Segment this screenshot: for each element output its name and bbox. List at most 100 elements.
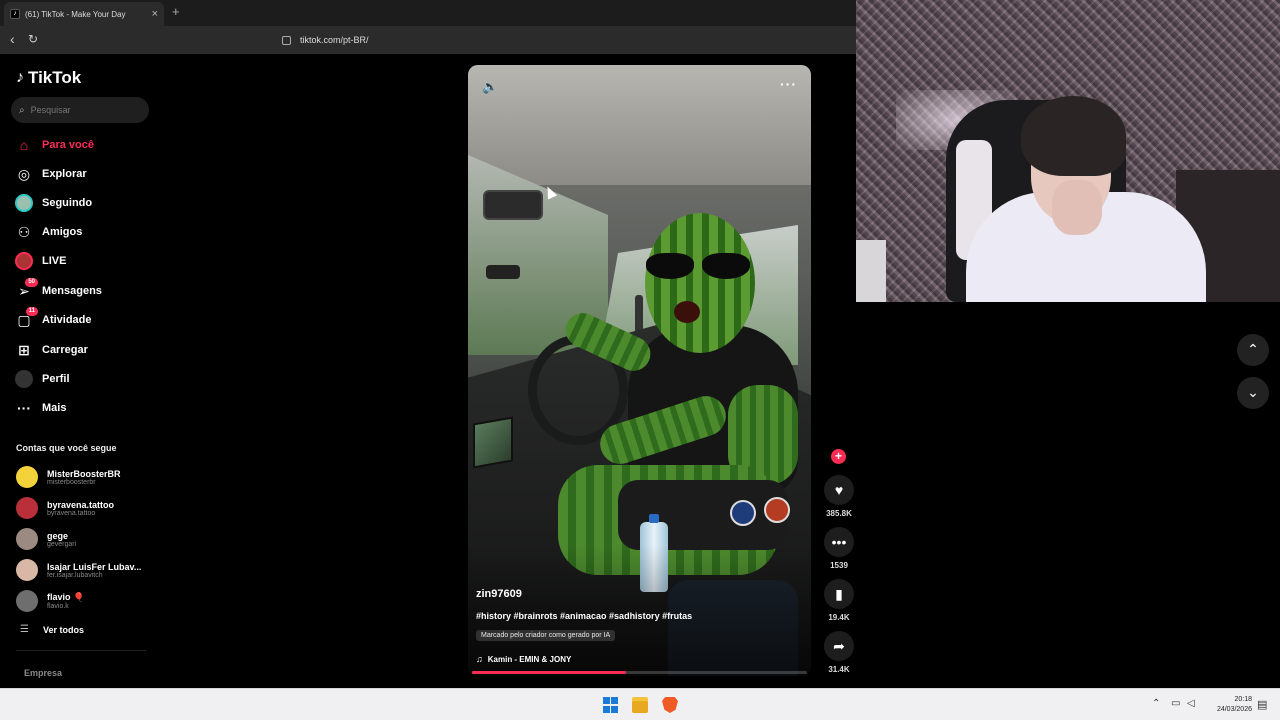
- sidebar-item-label: Amigos: [42, 226, 83, 238]
- previous-video-button[interactable]: ⌃: [1237, 334, 1269, 366]
- video-hashtags[interactable]: #history #brainrots #animacao #sadhistor…: [476, 611, 692, 621]
- comment-button[interactable]: ••• 1539: [823, 527, 855, 570]
- account-handle: flavio.k: [47, 603, 69, 610]
- video-progress-bar[interactable]: [472, 671, 807, 674]
- see-all-label: Ver todos: [42, 624, 84, 635]
- account-handle: byravena.tattoo: [47, 509, 96, 517]
- sidebar-item-label: LIVE: [42, 255, 67, 267]
- home-icon: ⌂: [19, 137, 29, 153]
- following-account[interactable]: byravena.tattoo byravena.tattoo: [16, 495, 114, 521]
- new-tab-button[interactable]: +: [172, 4, 180, 19]
- divider: [16, 650, 146, 651]
- following-avatar-icon: [14, 194, 34, 212]
- live-icon: [14, 252, 34, 270]
- sidebar-item-carregar[interactable]: ⊞ Carregar: [14, 339, 88, 361]
- following-account[interactable]: gege gevergari: [16, 526, 76, 552]
- avatar: [16, 590, 38, 612]
- url-field[interactable]: tiktok.com/pt-BR/: [282, 32, 369, 48]
- share-button[interactable]: ➦ 31.4K: [823, 631, 855, 674]
- music-title: Kamin - EMIN & JONY: [487, 654, 572, 664]
- avatar: [16, 466, 38, 488]
- clock-time: 20:18: [1234, 696, 1252, 703]
- sidebar-item-label: Atividade: [42, 314, 92, 326]
- browser-tabbar: ♪ (61) TikTok - Make Your Day × +: [0, 0, 856, 26]
- windows-taskbar: ⌃ ▭ ◁ 20:18 24/03/2026 ▤: [0, 688, 1280, 720]
- tab-title: (61) TikTok - Make Your Day: [25, 9, 126, 19]
- comment-count: 1539: [830, 561, 848, 570]
- close-tab-icon[interactable]: ×: [152, 8, 158, 20]
- following-section-title: Contas que você segue: [16, 443, 117, 453]
- volume-icon[interactable]: 🔈: [482, 79, 498, 95]
- sidebar: ♪ TikTok ⌕ Pesquisar ⌂ Para você ◎ Explo…: [0, 54, 160, 688]
- account-handle: misterboosterbr: [47, 478, 96, 486]
- following-account[interactable]: MisterBoosterBR misterboosterbr: [16, 464, 121, 490]
- more-dots-icon: ···: [17, 400, 31, 416]
- heart-icon: ♥: [824, 475, 854, 505]
- notification-icon[interactable]: ▤: [1257, 698, 1267, 711]
- chevron-up-icon: ⌃: [1247, 341, 1259, 357]
- video-player[interactable]: 🔈 ··· zin97609 #history #brainrots #anim…: [468, 65, 811, 676]
- network-icon[interactable]: ▭: [1171, 698, 1180, 709]
- sidebar-item-atividade[interactable]: ▢ 11 Atividade: [14, 307, 92, 331]
- search-input[interactable]: ⌕ Pesquisar: [11, 97, 149, 123]
- volume-icon[interactable]: ◁: [1187, 698, 1195, 709]
- windows-start-icon[interactable]: [603, 697, 619, 713]
- messages-badge: 50: [25, 278, 38, 287]
- account-name: byravena.tattoo: [47, 499, 115, 510]
- sidebar-item-label: Perfil: [42, 373, 70, 385]
- friends-icon: ⚇: [17, 223, 31, 240]
- sidebar-item-para-voce[interactable]: ⌂ Para você: [14, 134, 94, 156]
- account-handle: fer.isajar.lubavitch: [47, 571, 103, 579]
- avatar: [16, 528, 38, 550]
- music-link[interactable]: ♫ Kamin - EMIN & JONY: [476, 654, 571, 664]
- reload-icon[interactable]: ↻: [28, 32, 38, 46]
- site-info-icon[interactable]: [282, 35, 291, 45]
- sidebar-item-live[interactable]: LIVE: [14, 250, 66, 272]
- following-account[interactable]: flavio 🎈 flavio.k: [16, 588, 84, 614]
- sidebar-item-seguindo[interactable]: Seguindo: [14, 192, 92, 214]
- comment-icon: •••: [824, 527, 854, 557]
- account-handle: gevergari: [47, 540, 77, 548]
- screen: ♪ (61) TikTok - Make Your Day × + ‹ ↻ ti…: [0, 0, 1280, 720]
- url-text: tiktok.com/pt-BR/: [300, 35, 369, 45]
- browser-tab[interactable]: ♪ (61) TikTok - Make Your Day ×: [4, 2, 164, 26]
- paper-plane-icon: ➢ 50: [14, 278, 38, 300]
- clock-date: 24/03/2026: [1216, 706, 1252, 713]
- activity-badge: 11: [25, 307, 38, 316]
- sidebar-item-label: Seguindo: [42, 197, 93, 209]
- music-note-icon: ♫: [476, 654, 483, 664]
- like-button[interactable]: ♥ 385.8K: [823, 475, 855, 518]
- tiktok-note-icon: ♪: [16, 69, 24, 86]
- avatar: [16, 559, 38, 581]
- chevron-up-icon[interactable]: ⌃: [1152, 698, 1160, 709]
- next-video-button[interactable]: ⌄: [1237, 377, 1269, 409]
- company-link[interactable]: Empresa: [24, 668, 62, 678]
- sidebar-item-perfil[interactable]: Perfil: [14, 368, 70, 390]
- logo-text: TikTok: [28, 68, 82, 87]
- sidebar-item-label: Mensagens: [42, 285, 102, 297]
- back-icon[interactable]: ‹: [10, 31, 15, 47]
- video-author[interactable]: zin97609: [476, 588, 522, 600]
- follow-plus-button[interactable]: +: [831, 449, 846, 464]
- see-all-button[interactable]: ☰ Ver todos: [20, 624, 84, 635]
- save-button[interactable]: ▮ 19.4K: [823, 579, 855, 622]
- webcam-overlay: [856, 0, 1280, 302]
- sidebar-item-explorar[interactable]: ◎ Explorar: [14, 163, 87, 185]
- bookmark-icon: ▮: [824, 579, 854, 609]
- save-count: 19.4K: [828, 613, 850, 622]
- brave-browser-icon[interactable]: [662, 697, 678, 713]
- file-explorer-icon[interactable]: [632, 697, 648, 713]
- search-placeholder: Pesquisar: [30, 105, 71, 115]
- avatar: [16, 497, 38, 519]
- sidebar-item-mais[interactable]: ··· Mais: [14, 397, 66, 419]
- profile-avatar-icon: [14, 370, 34, 388]
- sidebar-item-amigos[interactable]: ⚇ Amigos: [14, 221, 83, 243]
- following-account[interactable]: Isajar LuisFer Lubav... fer.isajar.lubavi…: [16, 557, 141, 583]
- sidebar-item-label: Carregar: [42, 344, 88, 356]
- search-icon: ⌕: [19, 104, 25, 116]
- sidebar-item-mensagens[interactable]: ➢ 50 Mensagens: [14, 278, 102, 302]
- tiktok-logo[interactable]: ♪ TikTok: [16, 68, 81, 88]
- clock[interactable]: 20:18 24/03/2026: [1208, 695, 1252, 715]
- tiktok-note-icon: ♪: [10, 9, 20, 19]
- more-options-icon[interactable]: ···: [780, 76, 797, 92]
